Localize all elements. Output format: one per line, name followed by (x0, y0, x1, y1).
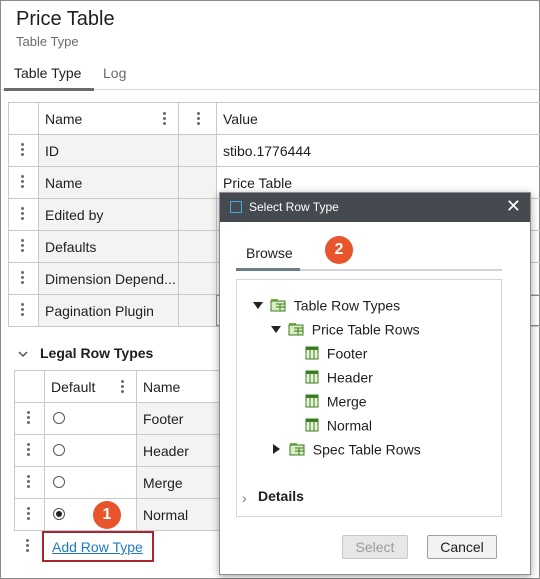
column-header-default[interactable]: Default (44, 371, 136, 402)
table-icon (305, 394, 319, 408)
tab-table-type[interactable]: Table Type (14, 65, 81, 81)
table-row[interactable]: Footer (14, 403, 224, 435)
attribute-name: Pagination Plugin (45, 303, 154, 319)
tree-node-table-row-types[interactable]: Table Row Types (253, 296, 400, 313)
attribute-name: ID (45, 143, 59, 159)
row-type-name: Normal (143, 507, 189, 523)
row-drag-handle-icon[interactable] (27, 443, 31, 458)
table-row[interactable]: ID stibo.1776444 (8, 135, 540, 167)
default-radio[interactable] (53, 476, 65, 488)
folder-table-icon (289, 443, 305, 456)
expand-caret-icon[interactable] (253, 301, 263, 309)
tree-node-price-table-rows[interactable]: Price Table Rows (271, 320, 420, 337)
active-tab-indicator (4, 88, 94, 91)
page-title: Price Table (16, 8, 115, 30)
callout-badge-1: 1 (93, 501, 121, 529)
row-type-tree: Table Row Types Price Table Rows Footer (236, 279, 502, 517)
add-row-type-highlight: Add Row Type (42, 531, 154, 562)
table-icon (305, 346, 319, 360)
active-tab-indicator (236, 268, 300, 271)
tab-log[interactable]: Log (103, 65, 126, 81)
attribute-value[interactable]: stibo.1776444 (223, 143, 311, 159)
default-radio-selected[interactable] (53, 508, 65, 520)
row-drag-handle-icon[interactable] (21, 303, 25, 318)
column-header-value[interactable]: Value (216, 103, 540, 134)
row-drag-handle-icon[interactable] (27, 411, 31, 426)
tree-node-label: Spec Table Rows (312, 441, 421, 458)
row-drag-handle-icon (26, 539, 30, 554)
dialog-tab-bar: Browse (236, 238, 502, 271)
row-type-name: Footer (143, 411, 184, 427)
select-button[interactable]: Select (342, 535, 408, 559)
row-drag-handle-icon[interactable] (21, 175, 25, 190)
row-drag-handle-icon[interactable] (21, 271, 25, 286)
default-radio[interactable] (53, 444, 65, 456)
details-toggle[interactable]: Details (258, 488, 304, 504)
callout-badge-2: 2 (325, 236, 353, 264)
column-header-name[interactable]: Name (136, 371, 224, 402)
tree-node-label: Header (326, 369, 373, 386)
default-radio[interactable] (53, 412, 65, 424)
tree-node-label: Normal (326, 417, 373, 434)
attribute-name: Dimension Depend... (45, 271, 176, 287)
table-row[interactable]: Header (14, 435, 224, 467)
attribute-name: Defaults (45, 239, 97, 255)
row-type-name: Header (143, 443, 189, 459)
tree-node-footer[interactable]: Footer (305, 344, 367, 361)
attribute-name: Edited by (45, 207, 104, 223)
section-title-legal-row-types[interactable]: Legal Row Types (40, 345, 153, 361)
add-row-type-link[interactable]: Add Row Type (52, 539, 143, 555)
collapse-caret-icon[interactable] (273, 444, 280, 455)
tree-node-label: Price Table Rows (311, 321, 420, 338)
cancel-button[interactable]: Cancel (427, 535, 497, 559)
page-subtitle: Table Type (16, 34, 79, 49)
row-drag-handle-icon[interactable] (27, 507, 31, 522)
column-menu-icon[interactable] (163, 112, 167, 127)
tree-node-merge[interactable]: Merge (305, 392, 367, 409)
dialog-titlebar[interactable]: Select Row Type ✕ (220, 193, 530, 222)
tree-node-spec-table-rows[interactable]: Spec Table Rows (273, 440, 421, 457)
attribute-name: Name (45, 175, 83, 191)
tree-node-header[interactable]: Header (305, 368, 373, 385)
rt-header-row: Default Name (14, 371, 224, 403)
dialog-window-icon (230, 201, 242, 213)
row-drag-handle-icon[interactable] (21, 239, 25, 254)
folder-table-icon (288, 323, 304, 336)
row-drag-handle-icon[interactable] (27, 475, 31, 490)
dialog-title: Select Row Type (249, 200, 339, 214)
chevron-right-icon[interactable]: › (242, 490, 247, 506)
table-row[interactable]: Merge (14, 467, 224, 499)
expand-caret-icon[interactable] (271, 325, 281, 333)
grid-header-row: Name Value (8, 103, 540, 135)
column-menu-icon[interactable] (197, 112, 201, 127)
chevron-down-icon[interactable] (18, 349, 28, 359)
tree-node-label: Merge (326, 393, 367, 410)
row-drag-handle-icon[interactable] (21, 143, 25, 158)
select-row-type-dialog: Select Row Type ✕ Browse 2 Table Row Typ… (219, 192, 531, 575)
table-icon (305, 418, 319, 432)
row-type-name: Merge (143, 475, 183, 491)
tree-node-label: Table Row Types (293, 297, 401, 314)
tab-bar: Table Type Log (2, 60, 538, 91)
column-menu-icon[interactable] (121, 380, 125, 395)
table-icon (305, 370, 319, 384)
tree-node-normal[interactable]: Normal (305, 416, 372, 433)
folder-table-icon (270, 299, 286, 312)
column-header-name[interactable]: Name (38, 103, 178, 134)
tree-node-label: Footer (326, 345, 368, 362)
row-drag-handle-icon[interactable] (21, 207, 25, 222)
attribute-value[interactable]: Price Table (223, 175, 292, 191)
close-icon[interactable]: ✕ (506, 196, 521, 216)
tab-browse[interactable]: Browse (246, 245, 293, 261)
